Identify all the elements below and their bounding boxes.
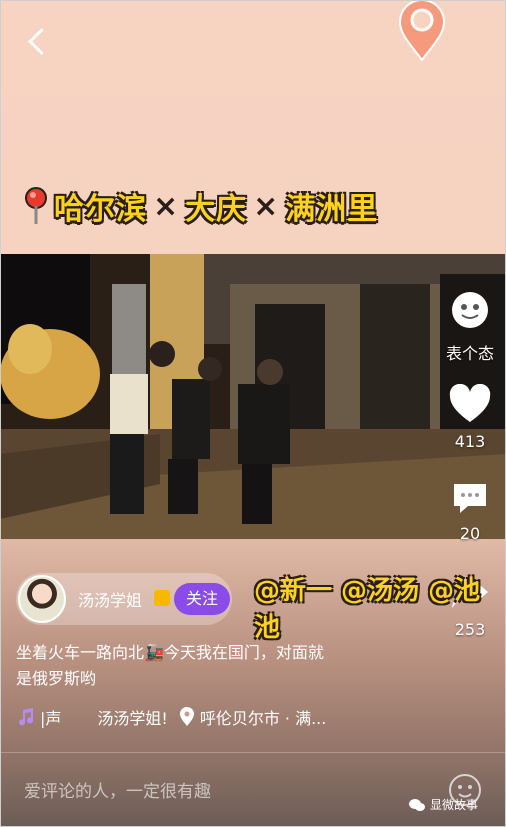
comment-button[interactable]: 20 [444,480,496,543]
title-city-harbin: 哈尔滨 [54,192,147,227]
description-line: 是俄罗斯哟 [16,669,97,688]
title-city-manzhouli: 满洲里 [285,192,379,227]
mention-tags[interactable]: @新一 @汤汤 @池池 [254,570,506,644]
heart-icon [449,383,491,422]
comment-bubble-icon [454,484,486,513]
sound-label[interactable]: |声 [40,705,61,729]
emote-face-icon [452,292,488,328]
watermark: 显微故事 [408,796,478,813]
location-pin-icon [179,707,194,726]
like-button[interactable]: 413 [444,383,496,451]
title-separator: × [253,188,280,224]
sound-author[interactable]: 汤汤学姐! [97,705,167,729]
title-separator: × [153,188,180,224]
video-title: 哈尔滨 × 大庆 × 满洲里 [22,184,378,228]
wechat-icon [409,798,425,811]
verified-badge-icon [154,590,170,606]
music-note-icon [19,708,34,726]
avatar[interactable] [18,575,66,623]
comment-count: 20 [459,524,481,543]
map-pin-icon[interactable] [396,0,448,62]
pushpin-icon [25,187,47,224]
location-label[interactable]: 呼伦贝尔市 · 满... [200,705,327,729]
follow-button[interactable]: 关注 [174,583,230,615]
watermark-text: 显微故事 [430,798,479,812]
title-city-daqing: 大庆 [185,192,248,227]
comment-bar: 爱评论的人，一定很有趣 [0,752,506,827]
description-line: 坐着火车一路向北🚂今天我在国门，对面就 [16,643,324,662]
emote-button[interactable]: 表个态 [444,288,496,364]
author-name[interactable]: 汤汤学姐 [78,587,142,611]
video-detail-screen: 哈尔滨 × 大庆 × 满洲里 表个态 413 20 253 汤汤学姐 关注 @新… [0,0,506,827]
back-button[interactable] [26,26,50,60]
video-meta: |声 汤汤学姐! 呼伦贝尔市 · 满... [16,706,326,728]
like-count: 413 [454,432,486,451]
author-card[interactable]: 汤汤学姐 关注 [16,573,232,625]
emote-label: 表个态 [445,344,494,363]
comment-input[interactable]: 爱评论的人，一定很有趣 [24,777,211,802]
video-frame [0,254,506,539]
video-player[interactable] [0,254,506,539]
video-description: 坐着火车一路向北🚂今天我在国门，对面就 是俄罗斯哟 [16,640,386,692]
